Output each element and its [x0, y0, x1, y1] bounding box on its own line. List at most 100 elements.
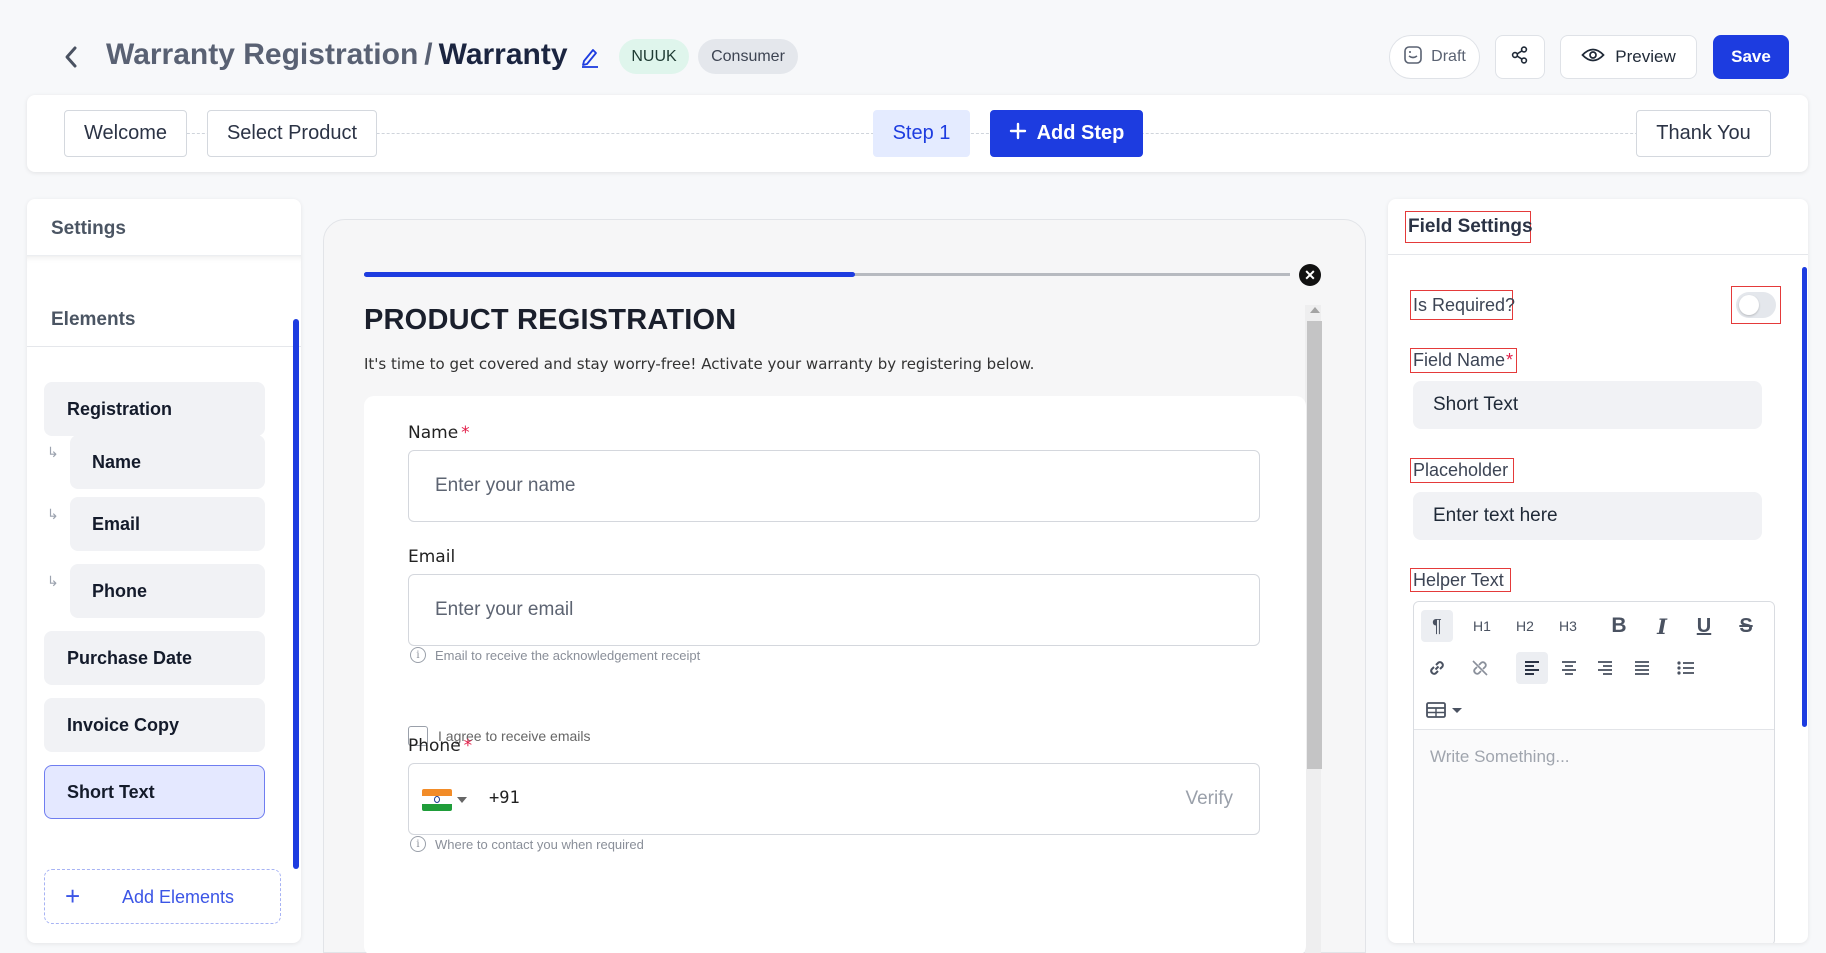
- step-thank-you[interactable]: Thank You: [1636, 110, 1771, 157]
- draft-button[interactable]: Draft: [1389, 35, 1480, 79]
- field-name-label-text: Field Name: [1413, 350, 1506, 370]
- element-name[interactable]: Name: [70, 435, 265, 489]
- form-description: It's time to get covered and stay worry-…: [364, 355, 1035, 373]
- sidebar-scrollbar[interactable]: [293, 319, 299, 869]
- is-required-toggle[interactable]: [1736, 292, 1776, 318]
- name-input[interactable]: Enter your name: [408, 450, 1260, 522]
- title-main: Warranty Registration: [106, 38, 419, 71]
- page-title: Warranty Registration / Warranty: [106, 38, 568, 72]
- step-navigation-bar: Welcome Select Product Step 1 Add Step T…: [27, 95, 1808, 172]
- settings-heading[interactable]: Settings: [51, 218, 126, 240]
- form-scrollbar-thumb[interactable]: [1307, 321, 1322, 769]
- align-left-icon[interactable]: [1516, 652, 1548, 684]
- preview-label: Preview: [1615, 47, 1676, 66]
- scroll-up-arrow-icon[interactable]: [1310, 307, 1320, 313]
- add-step-button[interactable]: Add Step: [990, 110, 1143, 157]
- phone-help-text: i Where to contact you when required: [410, 836, 644, 852]
- underline-icon[interactable]: U: [1688, 610, 1720, 642]
- close-icon[interactable]: ✕: [1299, 264, 1321, 286]
- name-field-label: Name *: [408, 423, 470, 443]
- elements-heading: Elements: [51, 309, 136, 330]
- placeholder-label: Placeholder: [1410, 458, 1514, 483]
- plus-icon: [1009, 122, 1027, 146]
- india-flag-icon[interactable]: [422, 789, 452, 811]
- email-help-label: Email to receive the acknowledgement rec…: [435, 647, 701, 663]
- element-phone[interactable]: Phone: [70, 564, 265, 618]
- child-arrow-icon: ↳: [47, 573, 59, 589]
- step-welcome[interactable]: Welcome: [64, 110, 187, 157]
- link-icon[interactable]: [1421, 652, 1453, 684]
- draft-label: Draft: [1431, 48, 1466, 65]
- required-asterisk: *: [1506, 350, 1514, 370]
- paragraph-icon[interactable]: ¶: [1421, 610, 1453, 642]
- verify-button[interactable]: Verify: [1185, 788, 1233, 810]
- form-preview-canvas: ✕ PRODUCT REGISTRATION It's time to get …: [323, 219, 1366, 953]
- align-justify-icon[interactable]: [1626, 652, 1658, 684]
- email-help-text: i Email to receive the acknowledgement r…: [410, 647, 700, 663]
- form-card: Name * Enter your name Email Enter your e…: [364, 396, 1306, 953]
- eye-icon: [1581, 47, 1605, 68]
- phone-field-label: Phone *: [408, 736, 472, 756]
- field-name-label: Field Name *: [1410, 348, 1517, 373]
- edit-pencil-icon[interactable]: [580, 46, 600, 68]
- heading-1-button[interactable]: H1: [1466, 610, 1498, 642]
- phone-input[interactable]: +91 Verify: [408, 763, 1260, 835]
- required-asterisk: *: [463, 736, 473, 756]
- badge-nuuk: NUUK: [619, 39, 689, 74]
- heading-2-button[interactable]: H2: [1509, 610, 1541, 642]
- required-asterisk: *: [461, 423, 470, 443]
- helper-text-editor: ¶ H1 H2 H3 B I U S Write Something...: [1413, 601, 1775, 943]
- element-short-text[interactable]: Short Text: [44, 765, 265, 819]
- unlink-icon[interactable]: [1464, 652, 1496, 684]
- element-invoice-copy[interactable]: Invoice Copy: [44, 698, 265, 752]
- child-arrow-icon: ↳: [47, 506, 59, 522]
- strikethrough-icon[interactable]: S: [1730, 610, 1762, 642]
- placeholder-input[interactable]: Enter text here: [1413, 492, 1762, 540]
- top-header: Warranty Registration / Warranty NUUK Cons…: [0, 0, 1826, 95]
- form-progress-bar: [364, 272, 1290, 277]
- share-icon: [1510, 45, 1530, 70]
- table-icon[interactable]: [1421, 694, 1469, 726]
- divider: [1388, 254, 1808, 255]
- add-elements-label: Add Elements: [122, 887, 235, 907]
- element-purchase-date[interactable]: Purchase Date: [44, 631, 265, 685]
- add-step-label: Add Step: [1036, 122, 1125, 144]
- element-email[interactable]: Email: [70, 497, 265, 551]
- field-name-input[interactable]: Short Text: [1413, 381, 1762, 429]
- align-center-icon[interactable]: [1553, 652, 1585, 684]
- step-1[interactable]: Step 1: [873, 110, 970, 157]
- back-icon[interactable]: [58, 42, 84, 72]
- country-dropdown-caret-icon[interactable]: [457, 797, 467, 803]
- email-input[interactable]: Enter your email: [408, 574, 1260, 646]
- step-select-product[interactable]: Select Product: [207, 110, 377, 157]
- editor-toolbar: ¶ H1 H2 H3 B I U S: [1414, 602, 1774, 730]
- email-field-label: Email: [408, 547, 456, 567]
- info-icon: i: [410, 647, 426, 663]
- helper-text-label: Helper Text: [1410, 568, 1511, 592]
- heading-3-button[interactable]: H3: [1552, 610, 1584, 642]
- title-sub: Warranty: [438, 38, 568, 71]
- child-arrow-icon: ↳: [47, 444, 59, 460]
- draft-icon: [1403, 45, 1423, 70]
- align-right-icon[interactable]: [1589, 652, 1621, 684]
- phone-label-text: Phone: [408, 736, 461, 756]
- form-progress-fill: [364, 272, 855, 277]
- share-button[interactable]: [1495, 35, 1545, 79]
- settings-scrollbar[interactable]: [1802, 267, 1807, 727]
- field-settings-panel: Field Settings Is Required? Field Name * …: [1388, 199, 1808, 943]
- bold-icon[interactable]: B: [1603, 610, 1635, 642]
- field-settings-title: Field Settings: [1405, 211, 1533, 243]
- badge-consumer: Consumer: [698, 39, 798, 74]
- element-registration[interactable]: Registration: [44, 382, 265, 436]
- preview-button[interactable]: Preview: [1560, 35, 1697, 79]
- add-elements-button[interactable]: + Add Elements: [44, 869, 281, 924]
- left-sidebar: Settings Elements Registration ↳ Name ↳ …: [27, 199, 301, 943]
- helper-text-editor-body[interactable]: Write Something...: [1430, 747, 1570, 767]
- is-required-toggle-wrapper: [1731, 286, 1781, 324]
- divider: [27, 346, 301, 347]
- italic-icon[interactable]: I: [1646, 610, 1678, 642]
- save-button[interactable]: Save: [1713, 35, 1789, 79]
- phone-help-label: Where to contact you when required: [435, 836, 644, 852]
- bullet-list-icon[interactable]: [1670, 652, 1702, 684]
- name-label-text: Name: [408, 423, 459, 443]
